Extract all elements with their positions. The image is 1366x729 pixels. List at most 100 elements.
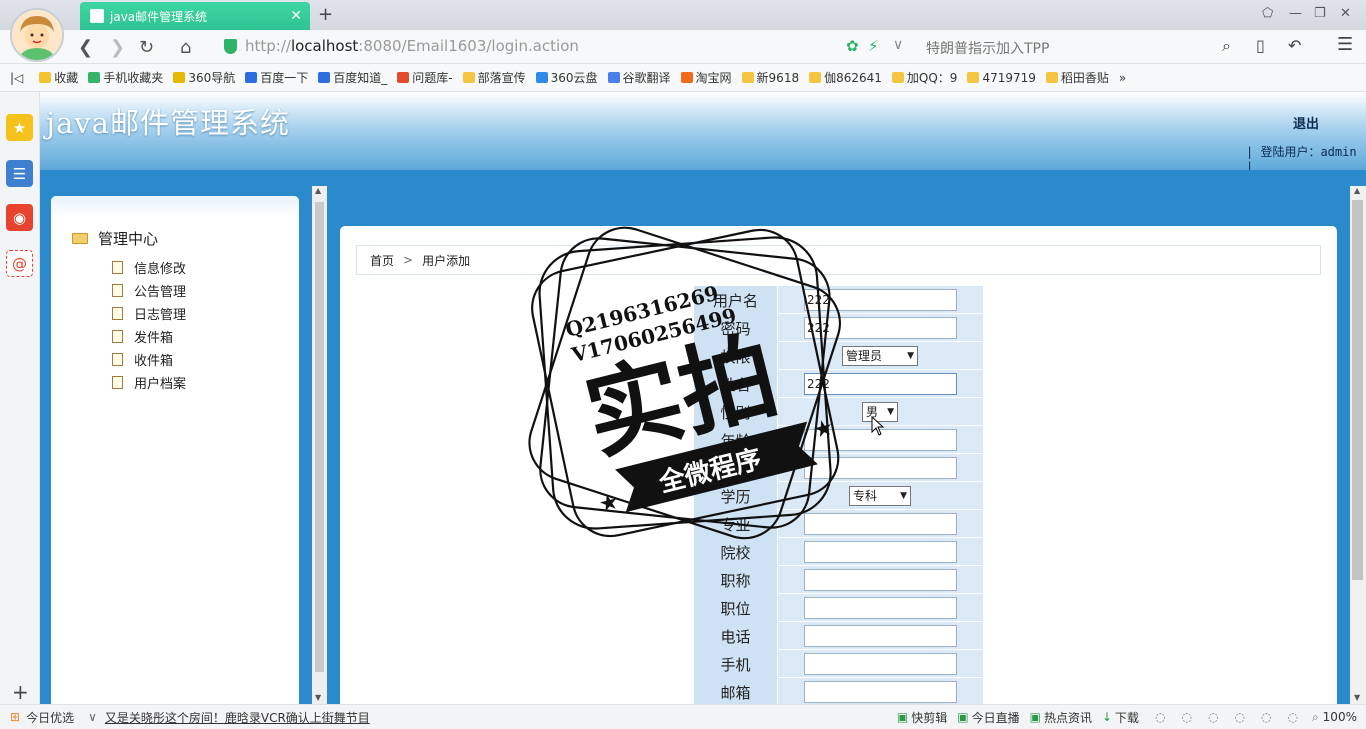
bookmark-item[interactable]: 新9618 — [741, 69, 799, 86]
form-row: 民族 — [694, 454, 983, 482]
bookmark-item[interactable]: 部落宣传 — [462, 69, 526, 86]
zoom-icon[interactable]: ⌕ — [1312, 710, 1319, 725]
cloud-icon[interactable]: ◌ — [1234, 710, 1244, 724]
close-window-icon[interactable]: ✕ — [1340, 6, 1351, 21]
phone-icon[interactable]: ▯ — [1256, 36, 1265, 55]
email-icon[interactable]: @ — [6, 250, 33, 277]
bookmark-item[interactable]: 手机收藏夹 — [88, 69, 163, 86]
user-avatar[interactable] — [10, 8, 64, 62]
menu-item-inbox[interactable]: 收件箱 — [112, 350, 173, 369]
form-input[interactable]: 222 — [804, 289, 957, 311]
sync-icon[interactable]: ◌ — [1155, 710, 1165, 724]
form-input[interactable] — [804, 541, 957, 563]
restore-icon[interactable]: ❐ — [1314, 6, 1326, 21]
document-icon — [112, 307, 123, 320]
menu-item-outbox[interactable]: 发件箱 — [112, 327, 173, 346]
news-icon[interactable]: ☰ — [6, 160, 33, 187]
menu-item-info-edit[interactable]: 信息修改 — [112, 258, 186, 277]
form-label: 邮箱 — [694, 678, 778, 706]
back-icon[interactable]: ❮ — [78, 37, 93, 58]
lightning-icon[interactable]: ⚡ — [868, 37, 879, 55]
bookmark-item[interactable]: 问题库- — [397, 69, 453, 86]
address-bar[interactable]: http://localhost:8080/Email1603/login.ac… — [216, 34, 916, 58]
news-ticker[interactable]: 又是关晓彤这个房间！鹿晗录VCR确认上街舞节目 — [105, 709, 745, 726]
form-label: 用户名 — [694, 286, 778, 314]
status-item[interactable]: 下载 — [1115, 709, 1139, 726]
status-item[interactable]: 快剪辑 — [911, 709, 947, 726]
bookmark-label: 手机收藏夹 — [103, 71, 164, 85]
bookmark-label: 部落宣传 — [477, 71, 526, 85]
today-picks[interactable]: 今日优选 — [26, 709, 74, 726]
collapse-sidebar-icon[interactable]: |◁ — [10, 71, 23, 85]
bookmark-item[interactable]: 百度知道_ — [318, 69, 387, 86]
form-input[interactable] — [804, 569, 957, 591]
zoom-level[interactable]: 100% — [1323, 710, 1357, 724]
menu-item-label: 收件箱 — [134, 354, 174, 369]
bookmark-item[interactable]: 谷歌翻译 — [607, 69, 671, 86]
avatar-icon — [12, 10, 62, 60]
new-tab-button[interactable]: + — [318, 4, 333, 25]
search-icon[interactable]: ⌕ — [1222, 36, 1231, 56]
bookmark-label: 360导航 — [188, 71, 236, 85]
home-icon[interactable]: ⌂ — [180, 37, 191, 58]
download-icon: ↓ — [1101, 710, 1113, 724]
menu-root[interactable]: 管理中心 — [72, 228, 158, 249]
favorites-star-icon[interactable]: ★ — [6, 114, 33, 141]
reload-icon[interactable]: ↻ — [139, 37, 154, 58]
undo-icon[interactable]: ↶ — [1288, 36, 1301, 55]
pin-icon[interactable]: ◌ — [1182, 710, 1192, 724]
bookmark-item[interactable]: 360云盘 — [535, 69, 598, 86]
form-label: 年龄 — [694, 426, 778, 454]
form-input[interactable] — [804, 457, 957, 479]
form-input[interactable] — [804, 653, 957, 675]
add-icon[interactable]: + — [12, 680, 29, 704]
status-item[interactable]: 热点资讯 — [1044, 709, 1092, 726]
page-scrollbar[interactable]: ▲ ▼ — [1350, 186, 1366, 704]
secure-shield-icon — [224, 38, 237, 54]
volume-icon[interactable]: ◌ — [1287, 710, 1297, 724]
select-value: 管理员 — [846, 349, 883, 363]
flag-icon[interactable]: ◌ — [1208, 710, 1218, 724]
bookmark-icon — [173, 72, 186, 83]
speed-icon[interactable]: ✿ — [846, 37, 859, 55]
status-item[interactable]: 今日直播 — [972, 709, 1020, 726]
bookmark-label: 4719719 — [982, 70, 1036, 85]
chevron-down-icon[interactable]: ∨ — [893, 37, 903, 53]
form-select[interactable]: 专科 ▼ — [849, 486, 911, 506]
bookmark-item[interactable]: 收藏 — [39, 69, 78, 86]
bookmark-item[interactable]: 360导航 — [173, 69, 235, 86]
search-input[interactable]: 特朗普指示加入TPP — [926, 38, 1049, 58]
bookmark-item[interactable]: 4719719 — [967, 70, 1036, 85]
form-row: 性别男 ▼ — [694, 398, 983, 426]
bookmark-item[interactable]: 伽862641 — [809, 69, 882, 86]
form-input[interactable] — [804, 681, 957, 703]
scrollbar-thumb[interactable] — [1352, 200, 1363, 580]
form-input[interactable] — [804, 597, 957, 619]
scrollbar-thumb[interactable] — [315, 202, 324, 672]
weibo-icon[interactable]: ◉ — [6, 204, 33, 231]
close-icon[interactable]: ✕ — [290, 8, 302, 24]
menu-scrollbar[interactable]: ▲ ▼ — [312, 186, 327, 704]
bookmark-item[interactable]: 百度一下 — [245, 69, 308, 86]
window-icon[interactable]: ◌ — [1261, 710, 1271, 724]
bookmark-item[interactable]: 稻田香贴 — [1045, 69, 1109, 86]
forward-icon[interactable]: ❯ — [110, 37, 125, 58]
menu-item-user-records[interactable]: 用户档案 — [112, 373, 186, 392]
logout-link[interactable]: 退出 — [1293, 113, 1319, 132]
form-input[interactable]: 222 — [804, 373, 957, 395]
menu-icon[interactable]: ☰ — [1337, 34, 1353, 55]
tab-active[interactable]: java邮件管理系统 ✕ — [80, 2, 310, 30]
form-input[interactable] — [804, 513, 957, 535]
menu-root-label: 管理中心 — [98, 230, 159, 248]
more-bookmarks-icon[interactable]: » — [1119, 71, 1126, 85]
bookmark-item[interactable]: 加QQ：9 — [891, 69, 957, 86]
skin-icon[interactable]: ⬠ — [1262, 6, 1273, 21]
menu-item-logs[interactable]: 日志管理 — [112, 304, 186, 323]
menu-item-announcements[interactable]: 公告管理 — [112, 281, 186, 300]
form-input[interactable] — [804, 625, 957, 647]
breadcrumb-home[interactable]: 首页 — [370, 252, 394, 269]
bookmark-item[interactable]: 淘宝网 — [680, 69, 732, 86]
minimize-icon[interactable]: — — [1289, 6, 1302, 21]
form-select[interactable]: 管理员 ▼ — [842, 346, 918, 366]
form-input[interactable]: 222 — [804, 317, 957, 339]
